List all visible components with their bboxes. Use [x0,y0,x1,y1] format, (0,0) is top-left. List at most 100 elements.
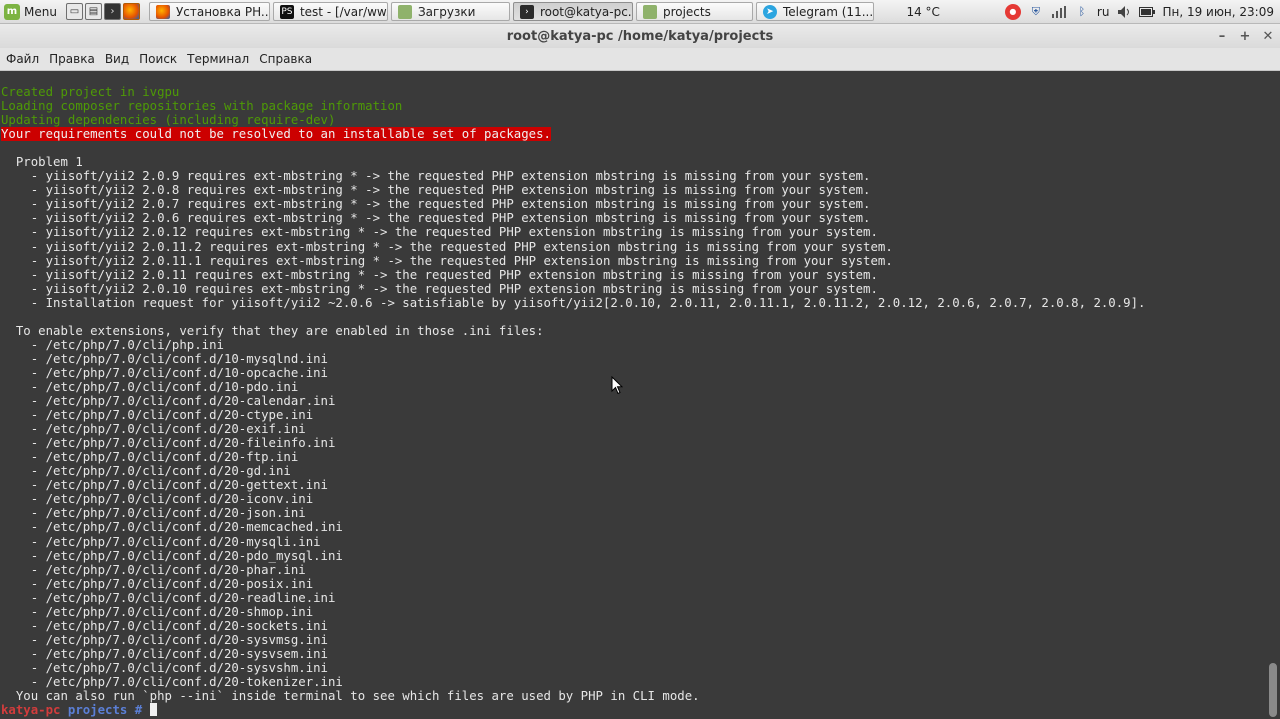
task-label: projects [662,4,711,19]
window-menubar: Файл Правка Вид Поиск Терминал Справка [0,48,1280,71]
start-menu-button[interactable]: m Menu [0,0,63,23]
terminal-line: Updating dependencies (including require… [1,113,1145,127]
terminal-line-text: - /etc/php/7.0/cli/conf.d/20-readline.in… [1,590,336,605]
terminal-line-text: - yiisoft/yii2 2.0.12 requires ext-mbstr… [1,225,878,240]
notification-badge-icon[interactable]: ● [1004,3,1021,20]
mouse-pointer-icon [611,376,623,395]
window-title: root@katya-pc /home/katya/projects [506,28,774,44]
terminal-line: Your requirements could not be resolved … [1,127,1145,142]
scrollbar-thumb[interactable] [1269,663,1277,717]
task-phpstorm[interactable]: PS test - [/var/ww... [272,2,388,21]
terminal-scrollbar[interactable] [1266,71,1280,719]
terminal-line-text: - /etc/php/7.0/cli/conf.d/20-gd.ini [1,464,291,479]
maximize-icon[interactable]: + [1235,24,1255,48]
terminal-line: - Installation request for yiisoft/yii2 … [1,295,1146,310]
keyboard-layout[interactable]: ru [1097,5,1110,19]
prompt-host: katya-pc [1,703,61,718]
terminal-line-text: - Installation request for yiisoft/yii2 … [1,295,1146,310]
text-cursor [149,703,157,717]
terminal-line: - /etc/php/7.0/cli/conf.d/20-readline.in… [1,591,1145,605]
firefox-launcher-icon[interactable] [122,3,140,20]
window-list: Установка PH... PS test - [/var/ww... За… [148,2,874,21]
terminal-line: - yiisoft/yii2 2.0.6 requires ext-mbstri… [1,211,1145,225]
terminal-line-text: - /etc/php/7.0/cli/php.ini [1,337,224,352]
menu-search[interactable]: Поиск [133,52,181,66]
terminal-line: - yiisoft/yii2 2.0.12 requires ext-mbstr… [1,225,1145,239]
terminal-line: - /etc/php/7.0/cli/conf.d/20-ftp.ini [1,450,1145,464]
terminal-line-text: To enable extensions, verify that they a… [1,323,544,338]
task-label: test - [/var/ww... [299,4,388,19]
terminal-lines: Created project in ivgpu Loading composer… [1,85,1145,717]
telegram-icon: ➤ [762,4,777,19]
terminal-line: - /etc/php/7.0/cli/conf.d/20-tokenizer.i… [1,675,1145,689]
quick-launch: ▭ ▤ › [63,3,143,20]
terminal-line-text: - /etc/php/7.0/cli/conf.d/20-sockets.ini [1,618,328,633]
error-message: Your requirements could not be resolved … [1,127,551,142]
terminal-line: - /etc/php/7.0/cli/conf.d/20-pdo_mysql.i… [1,549,1145,563]
menu-terminal[interactable]: Терминал [181,52,253,66]
terminal-line: - /etc/php/7.0/cli/conf.d/20-fileinfo.in… [1,436,1145,450]
terminal-line-text: - /etc/php/7.0/cli/conf.d/20-iconv.ini [1,492,314,507]
bluetooth-icon[interactable]: ᛒ [1074,4,1090,20]
terminal-line: - /etc/php/7.0/cli/conf.d/10-pdo.ini [1,380,1145,394]
terminal-line-text: - /etc/php/7.0/cli/conf.d/10-mysqlnd.ini [1,351,328,366]
terminal-line: - /etc/php/7.0/cli/conf.d/20-sysvshm.ini [1,661,1145,675]
menu-view[interactable]: Вид [99,52,133,66]
terminal-line-text: - /etc/php/7.0/cli/conf.d/20-ctype.ini [1,408,314,423]
terminal-line: - /etc/php/7.0/cli/conf.d/20-gettext.ini [1,478,1145,492]
shell-prompt[interactable]: katya-pc projects # [1,703,1145,717]
menu-edit[interactable]: Правка [43,52,99,66]
terminal-line: - yiisoft/yii2 2.0.11 requires ext-mbstr… [1,268,1145,282]
task-terminal[interactable]: › root@katya-pc... [512,2,633,21]
terminal-output[interactable]: Created project in ivgpu Loading composer… [0,71,1266,719]
terminal-line: - /etc/php/7.0/cli/conf.d/20-ctype.ini [1,408,1145,422]
firefox-icon [155,4,170,19]
terminal-line-text: - yiisoft/yii2 2.0.10 requires ext-mbstr… [1,281,878,296]
terminal-line-text: - /etc/php/7.0/cli/conf.d/20-sysvmsg.ini [1,632,328,647]
terminal-launcher-icon[interactable]: › [103,3,121,20]
network-signal-icon[interactable] [1051,4,1067,20]
terminal-line-text: - yiisoft/yii2 2.0.7 requires ext-mbstri… [1,197,871,212]
terminal-line-text: Loading composer repositories with packa… [1,99,403,114]
terminal-line-text: - /etc/php/7.0/cli/conf.d/20-sysvshm.ini [1,660,328,675]
task-firefox[interactable]: Установка PH... [148,2,270,21]
clock[interactable]: Пн, 19 июн, 23:09 [1162,5,1274,19]
folder-icon [397,4,412,19]
files-launcher-icon[interactable]: ▤ [84,3,102,20]
task-downloads[interactable]: Загрузки [390,2,510,21]
terminal-line: You can also run `php --ini` inside term… [1,689,1145,703]
terminal-line: Loading composer repositories with packa… [1,99,1145,113]
prompt-directory: projects [67,703,128,718]
show-desktop-icon[interactable]: ▭ [65,3,83,20]
shield-icon[interactable]: ⛨ [1028,4,1044,20]
task-label: Установка PH... [175,4,270,19]
terminal-line: - yiisoft/yii2 2.0.9 requires ext-mbstri… [1,169,1145,183]
terminal-line: - /etc/php/7.0/cli/conf.d/20-phar.ini [1,563,1145,577]
terminal-line-text: - yiisoft/yii2 2.0.11.2 requires ext-mbs… [1,239,893,254]
mint-logo-icon: m [4,3,20,20]
minimize-icon[interactable]: – [1212,24,1232,48]
terminal-line-text: - yiisoft/yii2 2.0.9 requires ext-mbstri… [1,169,871,184]
task-projects[interactable]: projects [635,2,753,21]
menu-help[interactable]: Справка [253,52,316,66]
terminal-line: - /etc/php/7.0/cli/conf.d/20-exif.ini [1,422,1145,436]
weather-temperature[interactable]: 14 °C [906,5,939,19]
battery-icon[interactable] [1139,4,1156,20]
prompt-symbol: # [134,703,143,718]
terminal-line-text: - yiisoft/yii2 2.0.11.1 requires ext-mbs… [1,253,893,268]
terminal-line: - /etc/php/7.0/cli/php.ini [1,338,1145,352]
task-telegram[interactable]: ➤ Telegram (11... [755,2,874,21]
terminal-icon: › [519,4,534,19]
window-titlebar[interactable]: root@katya-pc /home/katya/projects – + ✕ [0,24,1280,48]
terminal-line-text: - /etc/php/7.0/cli/conf.d/20-gettext.ini [1,478,328,493]
terminal-line-text: You can also run `php --ini` inside term… [1,689,700,704]
terminal-line: - /etc/php/7.0/cli/conf.d/20-sysvmsg.ini [1,633,1145,647]
terminal-line-text: - /etc/php/7.0/cli/conf.d/20-posix.ini [1,576,314,591]
menu-file[interactable]: Файл [0,52,43,66]
terminal-line: - yiisoft/yii2 2.0.11.2 requires ext-mbs… [1,240,1145,254]
terminal-line: - /etc/php/7.0/cli/conf.d/20-iconv.ini [1,492,1145,506]
volume-icon[interactable] [1116,4,1132,20]
terminal-line: - /etc/php/7.0/cli/conf.d/20-gd.ini [1,464,1145,478]
close-icon[interactable]: ✕ [1258,24,1278,48]
terminal-line-text: Created project in ivgpu [1,85,180,99]
